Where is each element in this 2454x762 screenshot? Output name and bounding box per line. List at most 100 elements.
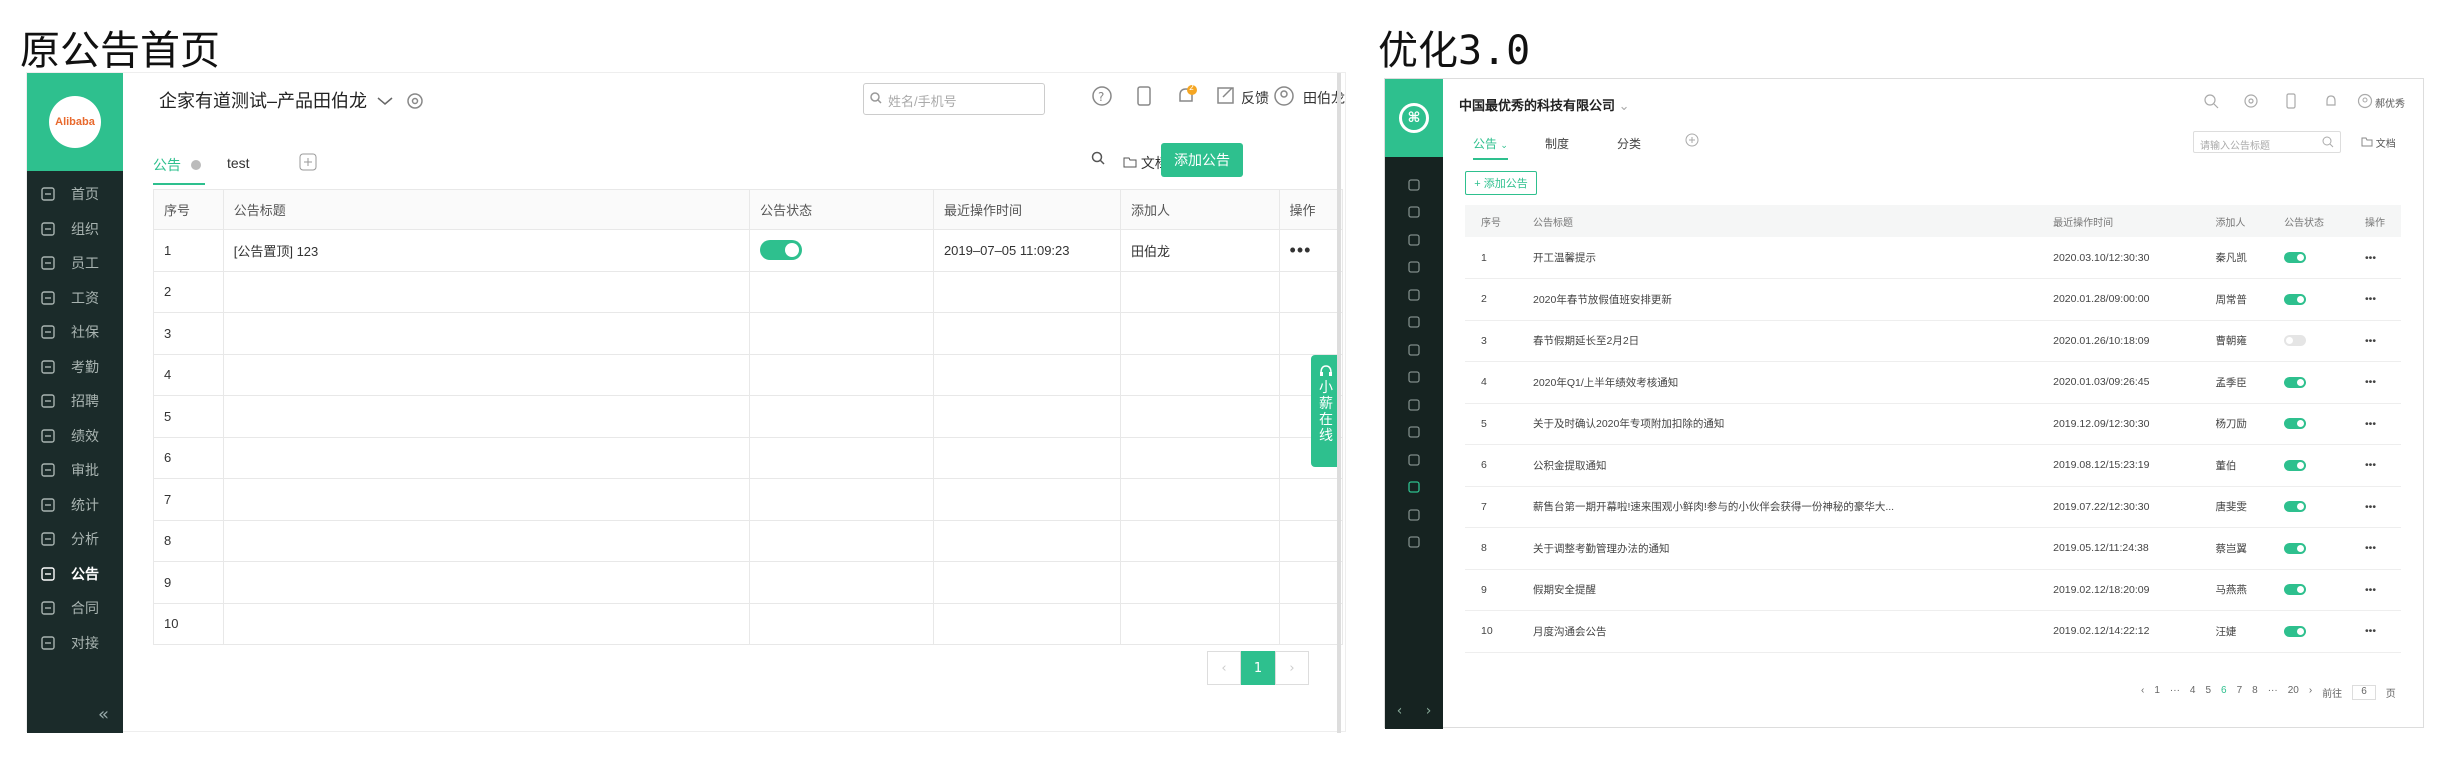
prev-page-button[interactable]: ‹: [1207, 651, 1241, 685]
sidebar-item[interactable]: [1385, 474, 1443, 502]
page-button[interactable]: 1: [1241, 651, 1275, 685]
logo[interactable]: ⌘: [1385, 79, 1443, 157]
sidebar-item-stats[interactable]: 统计: [27, 488, 123, 523]
table-row[interactable]: 6 公积金提取通知 2019.08.12/15:23:19 董伯 •••: [1465, 444, 2401, 487]
row-actions[interactable]: [1278, 270, 1344, 313]
row-title[interactable]: [222, 436, 751, 479]
page-item[interactable]: ···: [2268, 685, 2278, 700]
page-item[interactable]: 4: [2190, 685, 2196, 700]
sidebar-item[interactable]: [1385, 199, 1443, 227]
user-name[interactable]: 郝优秀: [2375, 95, 2405, 110]
table-row[interactable]: 7: [153, 478, 1344, 521]
sidebar-item-contract[interactable]: 合同: [27, 591, 123, 626]
bell-icon[interactable]: [2323, 93, 2339, 109]
feedback-icon[interactable]: [1215, 85, 1237, 107]
tab-policy[interactable]: 制度: [1545, 135, 1569, 152]
row-title[interactable]: 关于调整考勤管理办法的通知: [1517, 527, 2038, 570]
column-header[interactable]: 序号: [153, 189, 224, 230]
add-tab-icon[interactable]: [299, 153, 317, 171]
row-title[interactable]: 关于及时确认2020年专项附加扣除的通知: [1517, 403, 2038, 445]
row-actions[interactable]: [1278, 312, 1344, 355]
doc-link[interactable]: 文档: [2361, 135, 2396, 150]
sidebar-item[interactable]: [1385, 419, 1443, 447]
table-row[interactable]: 2: [153, 270, 1344, 313]
table-row[interactable]: 9 假期安全提醒 2019.02.12/18:20:09 马燕燕 •••: [1465, 569, 2401, 611]
status-toggle[interactable]: [2284, 335, 2307, 347]
status-toggle[interactable]: [2284, 625, 2307, 637]
table-row[interactable]: 3 春节假期延长至2月2日 2020.01.26/10:18:09 曹朝雍 •••: [1465, 320, 2401, 362]
add-notice-button[interactable]: + 添加公告: [1465, 171, 1537, 195]
gear-icon[interactable]: [2243, 93, 2259, 109]
sidebar-item[interactable]: [1385, 501, 1443, 529]
row-title[interactable]: 公积金提取通知: [1517, 444, 2038, 487]
column-header[interactable]: 公告状态: [2268, 205, 2349, 237]
status-toggle[interactable]: [2284, 376, 2307, 388]
status-toggle[interactable]: [760, 240, 803, 261]
next-page-button[interactable]: ›: [1275, 651, 1309, 685]
more-icon[interactable]: •••: [2348, 403, 2401, 445]
row-title[interactable]: [222, 561, 751, 604]
row-title[interactable]: [222, 353, 751, 396]
search-input[interactable]: 姓名/手机号: [863, 83, 1045, 115]
page-item[interactable]: 1: [2154, 685, 2160, 700]
avatar-icon[interactable]: [2357, 93, 2373, 109]
sidebar-item[interactable]: [1385, 446, 1443, 474]
row-actions[interactable]: [1278, 602, 1344, 645]
sidebar-item[interactable]: [1385, 529, 1443, 557]
status-toggle[interactable]: [2284, 418, 2307, 430]
row-title[interactable]: 开工温馨提示: [1517, 237, 2038, 279]
sidebar-item-approval[interactable]: 审批: [27, 453, 123, 488]
row-title[interactable]: [222, 270, 751, 313]
page-item[interactable]: ···: [2170, 685, 2180, 700]
feedback-link[interactable]: 反馈: [1241, 88, 1269, 108]
company-name[interactable]: 中国最优秀的科技有限公司 ⌄: [1459, 95, 1630, 114]
more-icon[interactable]: •••: [2348, 361, 2401, 404]
sidebar-item[interactable]: [1385, 171, 1443, 199]
row-actions[interactable]: [1278, 561, 1344, 604]
row-title[interactable]: [222, 312, 751, 355]
page-item[interactable]: 8: [2252, 685, 2258, 700]
row-title[interactable]: 2020年春节放假值班安排更新: [1517, 278, 2038, 321]
sidebar-item-salary[interactable]: 工资: [27, 281, 123, 316]
page-item[interactable]: 页: [2386, 685, 2396, 700]
more-icon[interactable]: •••: [2348, 320, 2401, 362]
row-title[interactable]: [公告置顶] 123: [222, 229, 751, 272]
add-tab-icon[interactable]: [1685, 133, 1699, 147]
collapse-icon[interactable]: «: [98, 704, 109, 725]
scrollbar[interactable]: [1337, 73, 1341, 733]
sidebar-item[interactable]: [1385, 391, 1443, 419]
page-item[interactable]: 6: [2221, 685, 2227, 700]
row-title[interactable]: [222, 478, 751, 521]
sidebar-item[interactable]: [1385, 226, 1443, 254]
more-icon[interactable]: •••: [1290, 240, 1312, 260]
search-icon[interactable]: [2203, 93, 2219, 109]
tab-category[interactable]: 分类: [1617, 135, 1641, 152]
row-title[interactable]: 假期安全提醒: [1517, 569, 2038, 611]
column-header[interactable]: 最近操作时间: [2037, 205, 2200, 237]
more-icon[interactable]: •••: [2348, 278, 2401, 321]
sidebar-item[interactable]: [1385, 254, 1443, 282]
page-item[interactable]: ›: [2309, 685, 2312, 700]
page-item[interactable]: 20: [2288, 685, 2299, 700]
mobile-icon[interactable]: [1133, 85, 1155, 107]
sidebar-item-analysis[interactable]: 分析: [27, 522, 123, 557]
table-row[interactable]: 5 关于及时确认2020年专项附加扣除的通知 2019.12.09/12:30:30…: [1465, 403, 2401, 445]
status-toggle[interactable]: [2284, 584, 2307, 596]
page-item[interactable]: 5: [2205, 685, 2211, 700]
help-icon[interactable]: ?: [1091, 85, 1113, 107]
sidebar-item-recruit[interactable]: 招聘: [27, 384, 123, 419]
table-row[interactable]: 8: [153, 519, 1344, 562]
row-title[interactable]: 2020年Q1/上半年绩效考核通知: [1517, 361, 2038, 404]
table-row[interactable]: 8 关于调整考勤管理办法的通知 2019.05.12/11:24:38 蔡岂翼 •••: [1465, 527, 2401, 570]
column-header[interactable]: 最近操作时间: [932, 189, 1122, 230]
more-icon[interactable]: •••: [2348, 610, 2401, 653]
status-toggle[interactable]: [2284, 293, 2307, 305]
sidebar-item-performance[interactable]: 绩效: [27, 419, 123, 454]
table-row[interactable]: 2 2020年春节放假值班安排更新 2020.01.28/09:00:00 周常普 ••…: [1465, 278, 2401, 321]
column-header[interactable]: 操作: [2348, 205, 2401, 237]
sidebar-item-org[interactable]: 组织: [27, 212, 123, 247]
table-row[interactable]: 7 薪售台第一期开幕啦!速来围观小鲜肉!参与的小伙伴会获得一份神秘的豪华大... 2…: [1465, 486, 2401, 528]
sidebar-item[interactable]: [1385, 336, 1443, 364]
status-toggle[interactable]: [2284, 501, 2307, 513]
row-title[interactable]: 春节假期延长至2月2日: [1517, 320, 2038, 362]
